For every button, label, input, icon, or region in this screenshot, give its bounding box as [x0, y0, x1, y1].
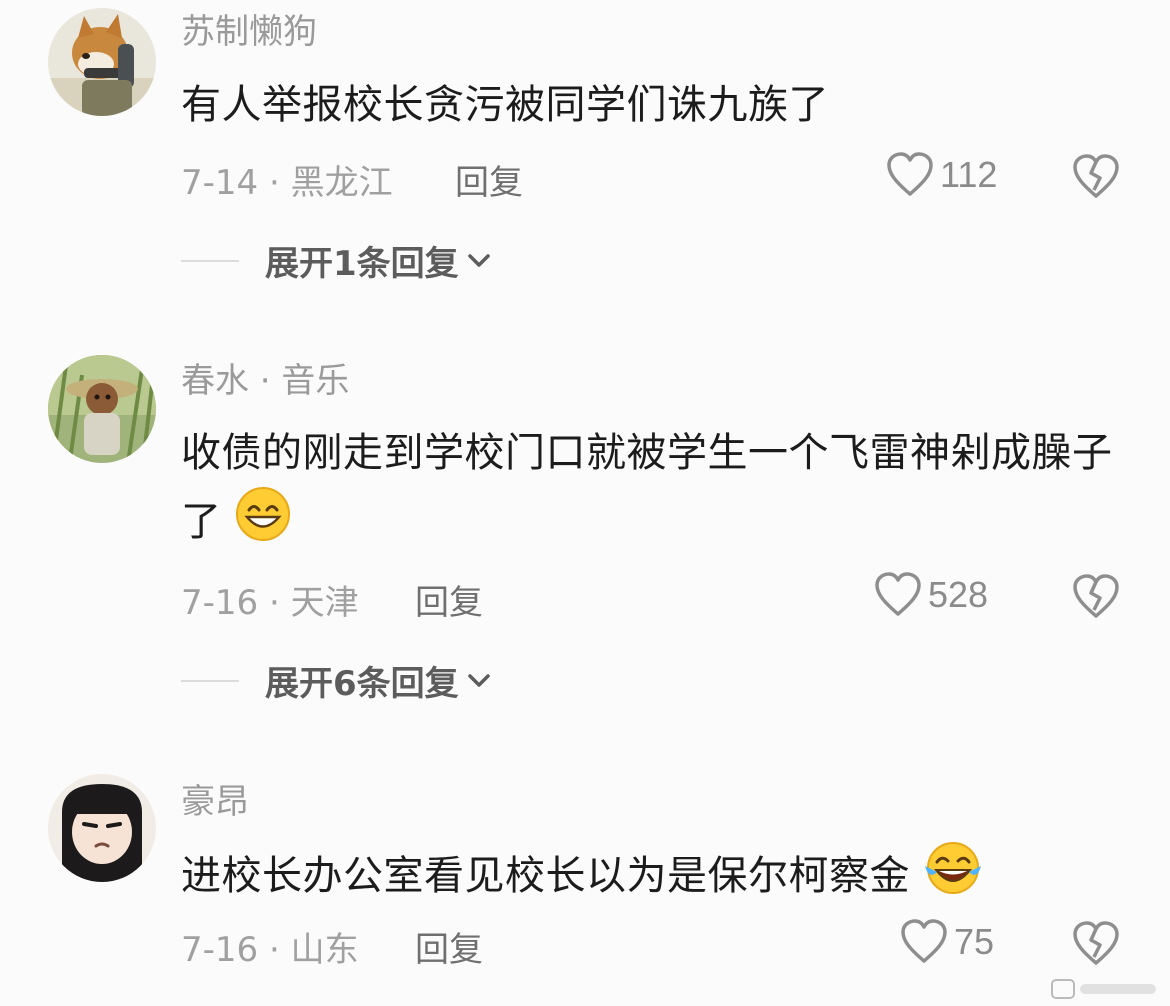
expand-replies[interactable]: 展开1条回复: [181, 236, 491, 285]
dislike-button[interactable]: [1072, 154, 1120, 204]
reply-button[interactable]: 回复: [455, 155, 523, 204]
avatar[interactable]: [48, 8, 156, 116]
like-button[interactable]: 528: [874, 572, 988, 618]
watermark-icon: [1051, 979, 1156, 999]
like-count: 75: [954, 921, 995, 962]
tears-of-joy-icon: [923, 840, 983, 916]
username[interactable]: 豪昂: [181, 782, 249, 822]
heart-outline-icon: [875, 572, 921, 616]
comment-text-content: 进校长办公室看见校长以为是保尔柯察金: [181, 853, 910, 899]
chevron-down-icon: [467, 673, 490, 687]
like-button[interactable]: 112: [886, 152, 997, 198]
comment-text: 进校长办公室看见校长以为是保尔柯察金: [181, 840, 1141, 916]
comment-text-content: 收债的刚走到学校门口就被学生一个飞雷神剁成臊子了: [181, 430, 1113, 545]
username[interactable]: 春水 · 音乐: [181, 361, 349, 401]
date-location: 7-16 · 天津: [181, 583, 359, 623]
reply-button[interactable]: 回复: [415, 922, 483, 971]
username[interactable]: 苏制懒狗: [181, 12, 317, 52]
reply-button[interactable]: 回复: [415, 575, 483, 624]
heart-outline-icon: [901, 919, 947, 963]
comment-text: 收债的刚走到学校门口就被学生一个飞雷神剁成臊子了: [181, 420, 1141, 562]
dislike-button[interactable]: [1072, 574, 1120, 624]
dislike-button[interactable]: [1072, 921, 1120, 971]
like-button[interactable]: 75: [900, 919, 994, 965]
date-location: 7-14 · 黑龙江: [181, 163, 393, 203]
date-location: 7-16 · 山东: [181, 930, 359, 970]
divider-line: [181, 259, 239, 262]
like-count: 112: [940, 154, 998, 195]
broken-heart-icon: [1073, 921, 1119, 965]
grinning-face-icon: [235, 486, 291, 562]
like-count: 528: [928, 574, 989, 615]
avatar[interactable]: [48, 774, 156, 882]
comment-text: 有人举报校长贪污被同学们诛九族了: [181, 72, 1141, 138]
expand-replies-label: 展开1条回复: [265, 244, 459, 284]
heart-outline-icon: [887, 152, 933, 196]
broken-heart-icon: [1073, 574, 1119, 618]
chevron-down-icon: [467, 253, 490, 267]
watermark: [1050, 976, 1160, 1002]
broken-heart-icon: [1073, 154, 1119, 198]
expand-replies[interactable]: 展开6条回复: [181, 656, 491, 705]
divider-line: [181, 679, 239, 682]
comment-text-content: 有人举报校长贪污被同学们诛九族了: [181, 82, 829, 128]
avatar[interactable]: [48, 355, 156, 463]
expand-replies-label: 展开6条回复: [265, 664, 459, 704]
